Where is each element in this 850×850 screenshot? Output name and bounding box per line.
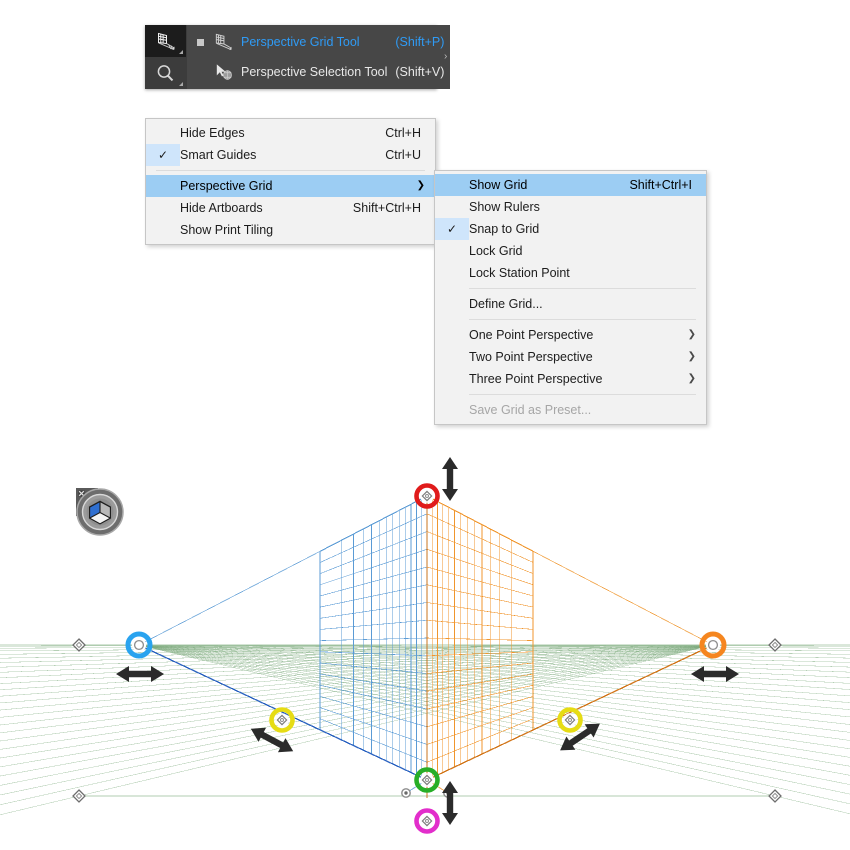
checkmark-icon: ✓ (146, 144, 180, 166)
menu-item-three-point-perspective[interactable]: Three Point Perspective ❯ (435, 368, 706, 390)
current-tool-bullet-placeholder (197, 69, 204, 76)
check-slot (435, 262, 469, 284)
zoom-tool-icon (157, 64, 174, 81)
view-menu[interactable]: Hide Edges Ctrl+H ✓ Smart Guides Ctrl+U … (145, 118, 436, 245)
menu-item-shortcut: Ctrl+U (385, 148, 421, 162)
current-tool-bullet (197, 38, 204, 46)
menu-item-label: Perspective Grid (180, 179, 273, 193)
check-slot (435, 174, 469, 196)
perspective-tool-flyout[interactable]: Perspective Grid Tool (Shift+P) Perspect… (145, 25, 451, 89)
check-slot (146, 219, 180, 241)
menu-item-label: Save Grid as Preset... (469, 403, 592, 417)
chevron-right-icon: ❯ (416, 180, 425, 191)
vertical-extent-arrow[interactable] (442, 457, 458, 501)
menu-item-label: Smart Guides (180, 148, 257, 162)
toolbar-zoom-tool-button[interactable] (145, 57, 186, 89)
menu-item-shortcut: Shift+Ctrl+I (629, 178, 692, 192)
perspective-grid-tool-icon (158, 32, 175, 50)
perspective-selection-tool-icon (216, 64, 232, 80)
check-slot (435, 346, 469, 368)
menu-separator (469, 319, 696, 320)
check-slot (435, 196, 469, 218)
check-slot (435, 399, 469, 421)
menu-item-one-point-perspective[interactable]: One Point Perspective ❯ (435, 324, 706, 346)
check-slot (146, 197, 180, 219)
toolbar-tool-column (145, 25, 187, 89)
horizon-left-diamond[interactable] (72, 638, 86, 652)
double-arrow-horizontal-icon (691, 666, 739, 682)
menu-item-show-rulers[interactable]: Show Rulers (435, 196, 706, 218)
checkmark-icon: ✓ (435, 218, 469, 240)
toolbar-perspective-grid-tool-button[interactable] (145, 25, 186, 57)
station-point-handle[interactable] (414, 808, 440, 834)
right-plane (426, 495, 714, 781)
menu-separator (469, 394, 696, 395)
menu-item-label: Define Grid... (469, 297, 543, 311)
ground-level-arrow[interactable] (442, 781, 458, 825)
double-arrow-vertical-icon (442, 781, 458, 825)
perspective-grid-tool-icon (215, 33, 232, 51)
flyout-item-label: Perspective Grid Tool (241, 35, 360, 49)
right-vp-arrow[interactable] (691, 666, 739, 682)
check-slot (435, 324, 469, 346)
flyout-item-label: Perspective Selection Tool (241, 65, 388, 79)
menu-item-show-print-tiling[interactable]: Show Print Tiling (146, 219, 435, 241)
menu-item-shortcut: Ctrl+H (385, 126, 421, 140)
check-slot (146, 175, 180, 197)
check-slot (435, 293, 469, 315)
tool-corner-triangle (179, 50, 183, 54)
menu-item-label: Hide Artboards (180, 201, 263, 215)
left-vp-arrow[interactable] (116, 666, 164, 682)
flyout-item-shortcut: (Shift+P) (395, 35, 445, 49)
menu-item-label: Lock Grid (469, 244, 523, 258)
menu-separator (469, 288, 696, 289)
menu-item-show-grid[interactable]: Show Grid Shift+Ctrl+I (435, 174, 706, 196)
perspective-grid-submenu[interactable]: Show Grid Shift+Ctrl+I Show Rulers ✓ Sna… (434, 170, 707, 425)
menu-item-perspective-grid[interactable]: Perspective Grid ❯ (146, 175, 435, 197)
double-arrow-vertical-icon (442, 457, 458, 501)
menu-item-label: Show Rulers (469, 200, 540, 214)
menu-item-label: Snap to Grid (469, 222, 540, 236)
left-plane (138, 495, 428, 781)
flyout-item-perspective-grid-tool[interactable]: Perspective Grid Tool (Shift+P) (191, 27, 450, 57)
menu-item-label: Three Point Perspective (469, 372, 603, 386)
menu-item-lock-grid[interactable]: Lock Grid (435, 240, 706, 262)
menu-item-define-grid[interactable]: Define Grid... (435, 293, 706, 315)
menu-item-hide-edges[interactable]: Hide Edges Ctrl+H (146, 122, 435, 144)
grid-planes (0, 495, 850, 816)
check-slot (435, 240, 469, 262)
flyout-tearoff-arrow-icon[interactable]: › (444, 52, 447, 62)
menu-item-label: Hide Edges (180, 126, 245, 140)
horizon-right-diamond[interactable] (768, 638, 782, 652)
check-slot (146, 122, 180, 144)
menu-item-shortcut: Shift+Ctrl+H (352, 201, 421, 215)
menu-item-label: Show Grid (469, 178, 528, 192)
chevron-right-icon: ❯ (687, 351, 696, 362)
menu-item-label: Lock Station Point (469, 266, 570, 280)
flyout-item-shortcut: (Shift+V) (395, 65, 445, 79)
flyout-item-perspective-selection-tool[interactable]: Perspective Selection Tool (Shift+V) (191, 57, 450, 87)
double-arrow-horizontal-icon (116, 666, 164, 682)
menu-separator (156, 170, 425, 171)
menu-item-save-grid-as-preset: Save Grid as Preset... (435, 399, 706, 421)
ground-right-diamond[interactable] (768, 789, 782, 803)
chevron-right-icon: ❯ (687, 329, 696, 340)
menu-item-label: Show Print Tiling (180, 223, 274, 237)
menu-item-snap-to-grid[interactable]: ✓ Snap to Grid (435, 218, 706, 240)
menu-item-two-point-perspective[interactable]: Two Point Perspective ❯ (435, 346, 706, 368)
tool-corner-triangle (179, 82, 183, 86)
flyout-item-list: Perspective Grid Tool (Shift+P) Perspect… (187, 25, 451, 89)
check-slot (435, 368, 469, 390)
menu-item-hide-artboards[interactable]: Hide Artboards Shift+Ctrl+H (146, 197, 435, 219)
menu-item-label: One Point Perspective (469, 328, 594, 342)
ground-left-diamond[interactable] (72, 789, 86, 803)
menu-item-label: Two Point Perspective (469, 350, 593, 364)
menu-item-lock-station-point[interactable]: Lock Station Point (435, 262, 706, 284)
perspective-grid-canvas[interactable] (0, 430, 850, 850)
menu-item-smart-guides[interactable]: ✓ Smart Guides Ctrl+U (146, 144, 435, 166)
chevron-right-icon: ❯ (687, 373, 696, 384)
